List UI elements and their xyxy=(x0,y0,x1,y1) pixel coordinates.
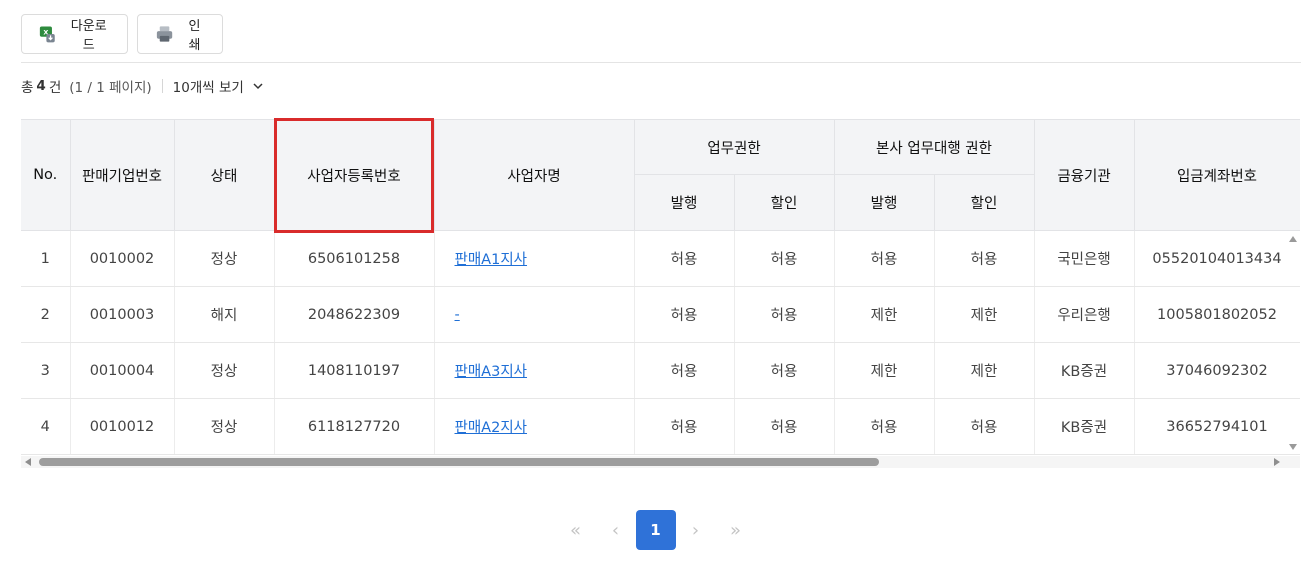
biz-name-link[interactable]: 판매A1지사 xyxy=(455,252,528,268)
cell-bank: KB증권 xyxy=(1034,342,1135,399)
result-summary: 총 4 건 (1 / 1 페이지) 10개씩 보기 xyxy=(21,76,264,96)
print-button[interactable]: 인쇄 xyxy=(137,14,223,54)
scroll-left-arrow-icon[interactable] xyxy=(25,458,31,466)
data-table: No. 판매기업번호 상태 사업자등록번호 사업자명 업무권한 본사 업무대행 … xyxy=(21,119,1300,455)
download-button-label: 다운로드 xyxy=(70,18,107,52)
cell-account: 05520104013434 xyxy=(1134,230,1300,287)
table-row: 1 0010002 정상 6506101258 판매A1지사 허용 허용 허용 … xyxy=(21,230,1300,287)
cell-account: 36652794101 xyxy=(1134,398,1300,455)
header-no: No. xyxy=(21,119,71,231)
summary-separator xyxy=(161,79,163,93)
cell-work-discount: 허용 xyxy=(734,286,835,343)
per-page-select[interactable]: 10개씩 보기 xyxy=(173,76,264,96)
cell-no: 3 xyxy=(21,342,71,399)
cell-hq-issue: 허용 xyxy=(834,398,935,455)
cell-company-no: 0010002 xyxy=(70,230,175,287)
cell-company-no: 0010004 xyxy=(70,342,175,399)
header-status: 상태 xyxy=(173,119,275,231)
cell-account: 1005801802052 xyxy=(1134,286,1300,343)
cell-hq-issue: 제한 xyxy=(834,342,935,399)
cell-work-issue: 허용 xyxy=(634,230,735,287)
cell-hq-discount: 제한 xyxy=(934,342,1035,399)
scroll-up-arrow-icon[interactable] xyxy=(1289,236,1297,242)
table-row: 3 0010004 정상 1408110197 판매A3지사 허용 허용 제한 … xyxy=(21,342,1300,399)
biz-name-link[interactable]: - xyxy=(455,307,460,323)
cell-status: 정상 xyxy=(174,230,275,287)
page-button-current[interactable]: 1 xyxy=(635,510,676,550)
header-hq-permission: 본사 업무대행 권한 xyxy=(833,119,1035,175)
per-page-label: 10개씩 보기 xyxy=(172,80,244,96)
scroll-right-arrow-icon[interactable] xyxy=(1274,458,1280,466)
cell-work-discount: 허용 xyxy=(734,342,835,399)
scroll-down-arrow-icon[interactable] xyxy=(1289,444,1297,450)
table-body: 1 0010002 정상 6506101258 판매A1지사 허용 허용 허용 … xyxy=(21,230,1300,455)
data-table-container: No. 판매기업번호 상태 사업자등록번호 사업자명 업무권한 본사 업무대행 … xyxy=(21,119,1300,459)
header-account: 입금계좌번호 xyxy=(1133,119,1300,231)
table-row: 2 0010003 해지 2048622309 - 허용 허용 제한 제한 우리… xyxy=(21,286,1300,343)
header-hq-issue: 발행 xyxy=(833,174,935,231)
cell-status: 해지 xyxy=(174,286,275,343)
last-page-button[interactable]: » xyxy=(716,510,756,550)
toolbar-divider xyxy=(21,62,1301,63)
biz-name-link[interactable]: 판매A3지사 xyxy=(455,364,528,380)
cell-no: 1 xyxy=(21,230,71,287)
toolbar: X 다운로드 인쇄 xyxy=(21,14,223,54)
cell-biz-name: 판매A1지사 xyxy=(434,230,635,287)
cell-status: 정상 xyxy=(174,342,275,399)
header-biz-reg-no: 사업자등록번호 xyxy=(273,119,435,231)
cell-hq-discount: 제한 xyxy=(934,286,1035,343)
cell-biz-reg-no: 1408110197 xyxy=(274,342,435,399)
cell-bank: KB증권 xyxy=(1034,398,1135,455)
cell-work-issue: 허용 xyxy=(634,342,735,399)
cell-biz-name: - xyxy=(434,286,635,343)
cell-bank: 우리은행 xyxy=(1034,286,1135,343)
cell-hq-issue: 제한 xyxy=(834,286,935,343)
pagination: « ‹ 1 › » xyxy=(0,510,1311,550)
next-page-button[interactable]: › xyxy=(676,510,716,550)
header-work-discount: 할인 xyxy=(733,174,835,231)
horizontal-scroll-thumb[interactable] xyxy=(39,458,879,466)
cell-hq-discount: 허용 xyxy=(934,230,1035,287)
biz-name-link[interactable]: 판매A2지사 xyxy=(455,420,528,436)
cell-work-discount: 허용 xyxy=(734,230,835,287)
cell-work-issue: 허용 xyxy=(634,398,735,455)
cell-company-no: 0010003 xyxy=(70,286,175,343)
chevron-down-icon xyxy=(253,83,263,90)
total-prefix: 총 xyxy=(21,80,34,96)
cell-biz-name: 판매A2지사 xyxy=(434,398,635,455)
first-page-button[interactable]: « xyxy=(556,510,596,550)
header-biz-name: 사업자명 xyxy=(433,119,635,231)
header-company-no: 판매기업번호 xyxy=(69,119,175,231)
header-bank: 금융기관 xyxy=(1033,119,1135,231)
total-count: 4 xyxy=(36,78,46,94)
header-hq-discount: 할인 xyxy=(933,174,1035,231)
excel-download-icon: X xyxy=(39,26,55,43)
horizontal-scrollbar[interactable] xyxy=(21,456,1300,468)
cell-account: 37046092302 xyxy=(1134,342,1300,399)
cell-hq-discount: 허용 xyxy=(934,398,1035,455)
print-button-label: 인쇄 xyxy=(188,18,201,52)
cell-company-no: 0010012 xyxy=(70,398,175,455)
cell-biz-reg-no: 2048622309 xyxy=(274,286,435,343)
cell-biz-reg-no: 6118127720 xyxy=(274,398,435,455)
prev-page-button[interactable]: ‹ xyxy=(596,510,636,550)
cell-biz-name: 판매A3지사 xyxy=(434,342,635,399)
total-suffix: 건 xyxy=(48,80,62,96)
cell-work-discount: 허용 xyxy=(734,398,835,455)
cell-work-issue: 허용 xyxy=(634,286,735,343)
table-header: No. 판매기업번호 상태 사업자등록번호 사업자명 업무권한 본사 업무대행 … xyxy=(21,119,1300,231)
header-work-permission: 업무권한 xyxy=(633,119,835,175)
page-info: (1 / 1 페이지) xyxy=(69,80,152,96)
cell-no: 4 xyxy=(21,398,71,455)
cell-biz-reg-no: 6506101258 xyxy=(274,230,435,287)
cell-no: 2 xyxy=(21,286,71,343)
printer-icon xyxy=(156,26,173,42)
cell-status: 정상 xyxy=(174,398,275,455)
vertical-scrollbar[interactable] xyxy=(1287,234,1299,454)
table-row: 4 0010012 정상 6118127720 판매A2지사 허용 허용 허용 … xyxy=(21,398,1300,455)
download-button[interactable]: X 다운로드 xyxy=(21,14,128,54)
cell-hq-issue: 허용 xyxy=(834,230,935,287)
header-work-issue: 발행 xyxy=(634,174,735,231)
cell-bank: 국민은행 xyxy=(1034,230,1135,287)
